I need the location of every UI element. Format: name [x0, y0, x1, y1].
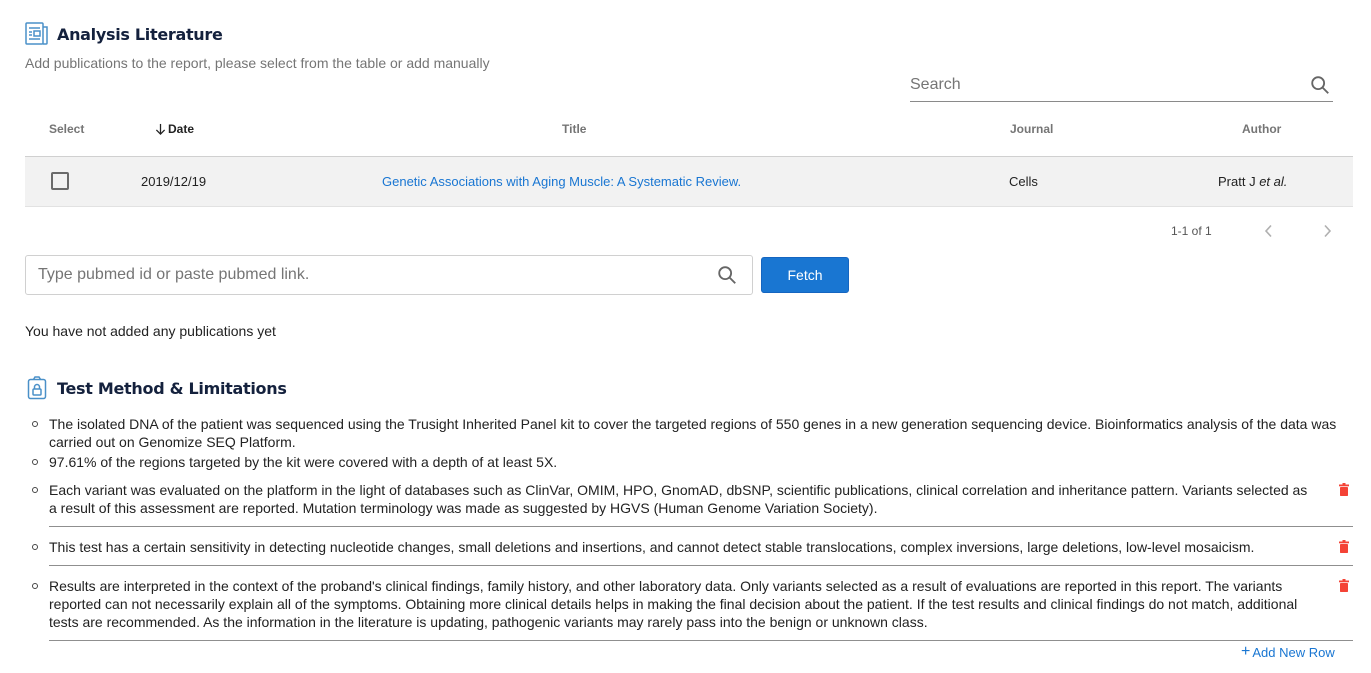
- section-title: Analysis Literature: [57, 24, 223, 44]
- pubmed-input[interactable]: [38, 266, 716, 284]
- trash-icon[interactable]: [1339, 483, 1349, 496]
- list-item-text[interactable]: Results are interpreted in the context o…: [49, 578, 1297, 630]
- table-header: Select Date Title Journal Author: [25, 110, 1353, 157]
- next-page-button[interactable]: [1318, 222, 1336, 240]
- column-author[interactable]: Author: [1242, 122, 1281, 136]
- pagination-range: 1-1 of 1: [1171, 224, 1212, 238]
- bullet-icon: [32, 459, 38, 465]
- test-method-list: The isolated DNA of the patient was sequ…: [32, 415, 1353, 641]
- bullet-icon: [32, 544, 38, 550]
- clipboard-lock-icon: [25, 376, 49, 400]
- test-method-header: Test Method & Limitations: [25, 376, 287, 400]
- editable-list-item[interactable]: This test has a certain sensitivity in d…: [32, 538, 1353, 566]
- row-title-link[interactable]: Genetic Associations with Aging Muscle: …: [382, 174, 741, 189]
- editable-list-item[interactable]: Each variant was evaluated on the platfo…: [32, 481, 1353, 527]
- list-item: The isolated DNA of the patient was sequ…: [32, 415, 1353, 451]
- bullet-icon: [32, 487, 38, 493]
- add-new-row-button[interactable]: + Add New Row: [1241, 644, 1335, 660]
- list-item-text: The isolated DNA of the patient was sequ…: [49, 416, 1337, 450]
- bullet-icon: [32, 421, 38, 427]
- author-name: Pratt J: [1218, 174, 1256, 189]
- row-journal: Cells: [1009, 174, 1038, 189]
- trash-icon[interactable]: [1339, 579, 1349, 592]
- column-title[interactable]: Title: [562, 122, 586, 136]
- column-journal[interactable]: Journal: [1010, 122, 1053, 136]
- arrow-down-icon: [155, 123, 166, 135]
- trash-icon[interactable]: [1339, 540, 1349, 553]
- column-select: Select: [49, 122, 85, 136]
- analysis-literature-header: Analysis Literature: [25, 22, 223, 46]
- search-input[interactable]: [910, 75, 1309, 94]
- newspaper-icon: [25, 22, 49, 46]
- prev-page-button[interactable]: [1260, 222, 1278, 240]
- publications-table: Select Date Title Journal Author 2019/12…: [25, 110, 1353, 207]
- list-item: 97.61% of the regions targeted by the ki…: [32, 453, 1353, 471]
- column-date[interactable]: Date: [155, 122, 194, 136]
- empty-publications-message: You have not added any publications yet: [25, 323, 276, 339]
- fetch-button[interactable]: Fetch: [761, 257, 849, 293]
- section-title: Test Method & Limitations: [57, 378, 287, 398]
- chevron-right-icon: [1324, 224, 1332, 238]
- literature-search: [910, 68, 1333, 102]
- search-icon[interactable]: [1309, 74, 1331, 96]
- section-subtitle: Add publications to the report, please s…: [25, 55, 490, 71]
- pagination: 1-1 of 1: [1100, 222, 1353, 240]
- row-select-checkbox[interactable]: [51, 172, 69, 190]
- list-item-text[interactable]: This test has a certain sensitivity in d…: [49, 539, 1254, 555]
- table-row[interactable]: 2019/12/19 Genetic Associations with Agi…: [25, 157, 1353, 207]
- plus-icon: +: [1241, 643, 1251, 660]
- chevron-left-icon: [1264, 224, 1272, 238]
- list-item-text[interactable]: Each variant was evaluated on the platfo…: [49, 482, 1307, 516]
- column-date-label: Date: [168, 122, 195, 136]
- add-new-row-label: Add New Row: [1252, 644, 1335, 660]
- search-icon[interactable]: [716, 264, 738, 286]
- row-author: Pratt J et al.: [1218, 174, 1287, 189]
- bullet-icon: [32, 583, 38, 589]
- author-suffix: et al.: [1259, 174, 1288, 189]
- pubmed-field: [25, 255, 753, 295]
- editable-list-item[interactable]: Results are interpreted in the context o…: [32, 577, 1353, 641]
- row-date: 2019/12/19: [141, 174, 207, 189]
- list-item-text: 97.61% of the regions targeted by the ki…: [49, 454, 558, 470]
